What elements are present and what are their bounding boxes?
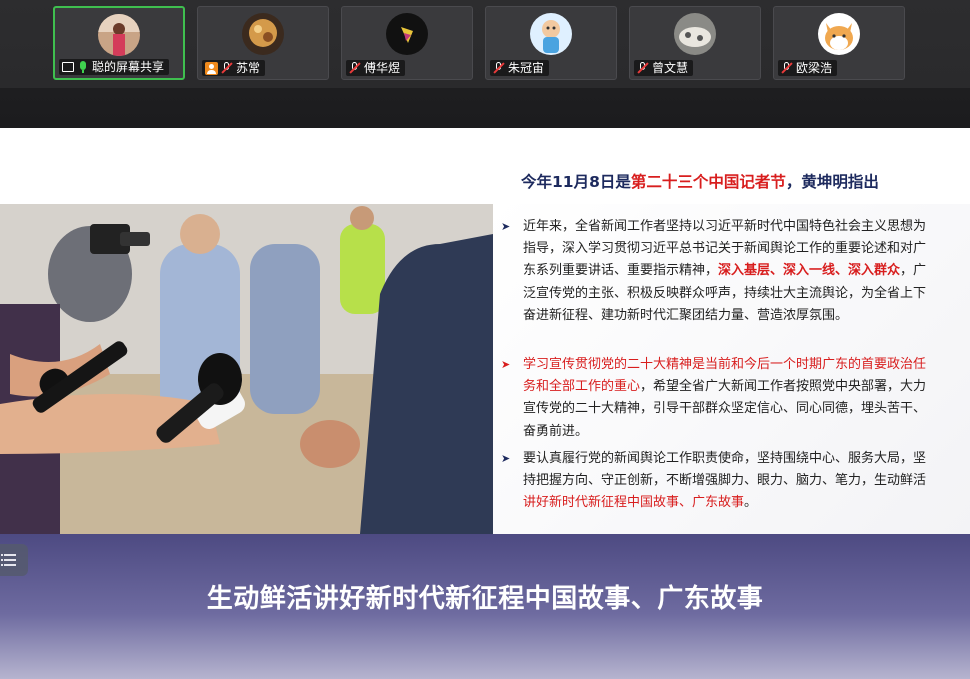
avatar [242, 13, 284, 55]
list-menu-icon[interactable] [0, 544, 28, 576]
participant-status-bar: 朱冠宙 [490, 60, 550, 76]
participant-strip: 聪的屏幕共享 苏常 傅华煜 朱冠宙 曾文慧 欧梁浩 [0, 0, 970, 128]
participant-tile[interactable]: 傅华煜 [341, 6, 473, 80]
participant-name: 傅华煜 [364, 61, 401, 75]
mic-muted-icon[interactable] [349, 62, 361, 74]
slide-bullet: ➤ 近年来，全省新闻工作者坚持以习近平新时代中国特色社会主义思想为指导，深入学习… [501, 216, 933, 327]
mic-muted-icon[interactable] [493, 62, 505, 74]
mic-muted-icon[interactable] [221, 62, 233, 74]
slide-banner: 生动鲜活讲好新时代新征程中国故事、广东故事 [0, 534, 970, 679]
mic-muted-icon[interactable] [781, 62, 793, 74]
mic-muted-icon[interactable] [637, 62, 649, 74]
slide-text-panel: ➤ 近年来，全省新闻工作者坚持以习近平新时代中国特色社会主义思想为指导，深入学习… [493, 204, 970, 534]
press-photo [0, 204, 493, 534]
participant-name: 朱冠宙 [508, 61, 545, 75]
participant-status-bar: 傅华煜 [346, 60, 406, 76]
bullet-arrow-icon: ➤ [501, 452, 511, 465]
participant-tile[interactable]: 欧梁浩 [773, 6, 905, 80]
participant-name: 聪的屏幕共享 [92, 60, 165, 74]
participant-status-bar: 苏常 [202, 60, 266, 76]
participant-tile[interactable]: 朱冠宙 [485, 6, 617, 80]
bullet-arrow-icon: ➤ [501, 220, 511, 233]
avatar [674, 13, 716, 55]
participant-name: 欧梁浩 [796, 61, 833, 75]
avatar [818, 13, 860, 55]
banner-title: 生动鲜活讲好新时代新征程中国故事、广东故事 [206, 584, 764, 614]
slide-headline: 今年11月8日是第二十三个中国记者节，黄坤明指出 [521, 173, 879, 191]
person-icon [205, 61, 218, 75]
screen-share-icon [62, 62, 74, 72]
slide-bullet: ➤ 学习宣传贯彻党的二十大精神是当前和今后一个时期广东的首要政治任务和全部工作的… [501, 354, 933, 443]
participant-tile[interactable]: 苏常 [197, 6, 329, 80]
avatar [530, 13, 572, 55]
participant-name: 曾文慧 [652, 61, 689, 75]
participant-status-bar: 欧梁浩 [778, 60, 838, 76]
participant-status-bar: 曾文慧 [634, 60, 694, 76]
slide-bullet: ➤ 要认真履行党的新闻舆论工作职责使命，坚持围绕中心、服务大局，坚持把握方向、守… [501, 448, 933, 515]
participant-name: 苏常 [236, 61, 261, 75]
bullet-arrow-icon: ➤ [501, 358, 511, 371]
participant-status-bar: 聪的屏幕共享 [59, 59, 170, 75]
avatar [98, 14, 140, 56]
mic-on-icon[interactable] [77, 61, 89, 73]
participant-tile-screen-share[interactable]: 聪的屏幕共享 [53, 6, 185, 80]
shared-slide: 今年11月8日是第二十三个中国记者节，黄坤明指出 ➤ 近年来，全省新闻工作者坚持… [0, 128, 970, 679]
avatar [386, 13, 428, 55]
participant-tile[interactable]: 曾文慧 [629, 6, 761, 80]
